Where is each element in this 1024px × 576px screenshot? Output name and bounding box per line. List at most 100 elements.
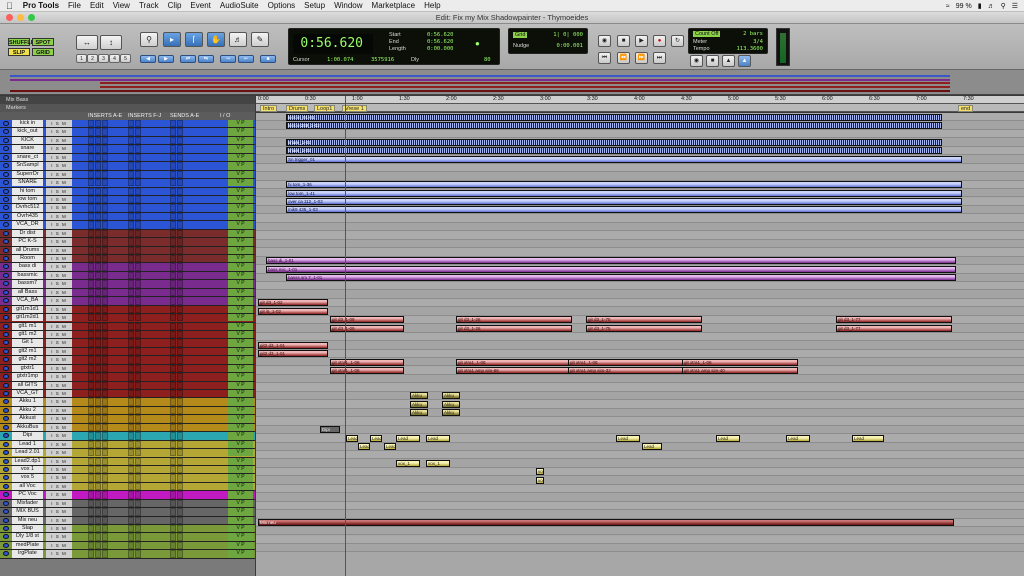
tempo-ruler-icon[interactable]: ▲ bbox=[738, 55, 751, 67]
trim-tool-icon[interactable]: ▸ bbox=[163, 32, 181, 47]
menu-file[interactable]: File bbox=[68, 1, 81, 10]
insert-slot[interactable] bbox=[170, 145, 176, 153]
dly-label[interactable]: Dly bbox=[411, 57, 419, 63]
insert-slot[interactable] bbox=[177, 381, 183, 389]
io-selector[interactable]: V P bbox=[228, 204, 253, 212]
insert-slot[interactable] bbox=[170, 533, 176, 541]
zoom-preset-3[interactable]: 3 bbox=[98, 54, 109, 63]
insert-slot[interactable] bbox=[95, 288, 101, 297]
audio-clip[interactable]: git d3_1-75 bbox=[586, 324, 702, 332]
record-enable-icon[interactable] bbox=[3, 188, 9, 194]
audio-clip[interactable]: Akku bbox=[410, 392, 428, 400]
track-name[interactable]: lrgPlate bbox=[12, 550, 43, 558]
track-buttons[interactable]: I S M bbox=[46, 415, 72, 423]
insert-slot[interactable] bbox=[102, 398, 108, 406]
track-name[interactable]: medPlate bbox=[12, 541, 43, 550]
insert-slot[interactable] bbox=[128, 508, 134, 516]
audio-clip[interactable]: git i5_1-02 bbox=[258, 307, 328, 315]
track-row[interactable]: Mix neu I S M V P bbox=[0, 516, 255, 525]
grid-label[interactable]: Grid bbox=[513, 32, 528, 38]
insert-slot[interactable] bbox=[88, 305, 94, 314]
record-enable-icon[interactable] bbox=[3, 340, 9, 346]
track-row[interactable]: gtxtr1 I S M V P bbox=[0, 364, 255, 374]
track-row[interactable]: Lead 2.01 I S M V P bbox=[0, 449, 255, 458]
track-name[interactable]: glt2 m2 bbox=[12, 356, 43, 364]
track-lane[interactable] bbox=[256, 510, 1024, 519]
zoom-horizontal-icon[interactable]: ↔ bbox=[76, 35, 98, 50]
insert-slot[interactable] bbox=[128, 398, 134, 406]
track-row[interactable]: Room I S M V P bbox=[0, 255, 255, 264]
track-name[interactable]: Ovrh435 bbox=[12, 212, 43, 221]
insert-slot[interactable] bbox=[170, 440, 176, 449]
insert-slot[interactable] bbox=[177, 533, 183, 541]
io-selector[interactable]: V P bbox=[228, 195, 253, 204]
insert-slot[interactable] bbox=[135, 145, 141, 153]
track-buttons[interactable]: I S M bbox=[46, 170, 72, 179]
insert-slot[interactable] bbox=[88, 229, 94, 238]
insert-slot[interactable] bbox=[177, 120, 183, 128]
insert-slot[interactable] bbox=[177, 525, 183, 533]
insert-slot[interactable] bbox=[88, 162, 94, 170]
track-row[interactable]: low tom I S M V P bbox=[0, 195, 255, 205]
track-name[interactable]: all Bass bbox=[12, 288, 43, 297]
insert-slot[interactable] bbox=[170, 288, 176, 297]
track-buttons[interactable]: I S M bbox=[46, 221, 72, 229]
insert-slot[interactable] bbox=[170, 550, 176, 558]
audio-clip[interactable]: Mix neu bbox=[258, 519, 954, 527]
io-selector[interactable]: V P bbox=[228, 187, 253, 195]
io-selector[interactable]: V P bbox=[228, 390, 253, 398]
insert-slot[interactable] bbox=[135, 339, 141, 347]
insert-slot[interactable] bbox=[135, 288, 141, 297]
track-buttons[interactable]: I S M bbox=[46, 423, 72, 432]
track-row[interactable]: kick_out I S M V P bbox=[0, 128, 255, 137]
stop-icon[interactable]: ■ bbox=[617, 35, 630, 47]
insert-slot[interactable] bbox=[95, 499, 101, 508]
audio-clip[interactable]: Akku bbox=[442, 392, 460, 400]
insert-slot[interactable] bbox=[95, 491, 101, 499]
insert-slot[interactable] bbox=[88, 457, 94, 465]
io-selector[interactable]: V P bbox=[228, 153, 253, 162]
insert-slot[interactable] bbox=[128, 356, 134, 364]
track-row[interactable]: SNARE I S M V P bbox=[0, 179, 255, 188]
spot-mode-button[interactable]: SPOT bbox=[32, 38, 54, 46]
track-buttons[interactable]: I S M bbox=[46, 347, 72, 356]
insert-slot[interactable] bbox=[128, 212, 134, 221]
audio-clip[interactable]: Akku bbox=[442, 409, 460, 417]
insert-slot[interactable] bbox=[88, 263, 94, 271]
insert-slot[interactable] bbox=[170, 449, 176, 457]
track-row[interactable]: Git 1I S M V P bbox=[0, 339, 255, 348]
insert-slot[interactable] bbox=[177, 255, 183, 263]
insert-slot[interactable] bbox=[177, 449, 183, 457]
insert-slot[interactable] bbox=[128, 423, 134, 432]
insert-slot[interactable] bbox=[88, 449, 94, 457]
io-selector[interactable]: V P bbox=[228, 280, 253, 288]
track-row[interactable]: Dr dist I S M V P bbox=[0, 229, 255, 239]
wifi-icon[interactable]: ≈ bbox=[946, 3, 950, 10]
insert-slot[interactable] bbox=[95, 339, 101, 347]
insert-slot[interactable] bbox=[88, 550, 94, 558]
insert-slot[interactable] bbox=[135, 440, 141, 449]
io-selector[interactable]: V P bbox=[228, 516, 253, 524]
audio-clip[interactable]: vox_1 bbox=[426, 459, 450, 467]
audio-clip[interactable]: Lead bbox=[786, 434, 810, 442]
io-selector[interactable]: V P bbox=[228, 297, 253, 305]
insert-slot[interactable] bbox=[135, 128, 141, 136]
insert-slot[interactable] bbox=[135, 120, 141, 128]
insert-slot[interactable] bbox=[128, 263, 134, 271]
insert-slot[interactable] bbox=[128, 406, 134, 415]
insert-slot[interactable] bbox=[135, 516, 141, 524]
insert-slot[interactable] bbox=[88, 339, 94, 347]
insert-slot[interactable] bbox=[102, 187, 108, 195]
insert-slot[interactable] bbox=[128, 364, 134, 373]
insert-slot[interactable] bbox=[102, 136, 108, 145]
insert-slot[interactable] bbox=[135, 398, 141, 406]
insert-slot[interactable] bbox=[170, 271, 176, 280]
record-enable-icon[interactable] bbox=[3, 433, 9, 439]
insert-slot[interactable] bbox=[95, 356, 101, 364]
edit-option-5-icon[interactable]: ⇒ bbox=[220, 55, 236, 63]
record-enable-icon[interactable] bbox=[3, 180, 9, 186]
insert-slot[interactable] bbox=[88, 221, 94, 229]
track-buttons[interactable]: I S M bbox=[46, 271, 72, 280]
insert-slot[interactable] bbox=[88, 330, 94, 339]
battery-text[interactable]: 99 % bbox=[956, 3, 972, 10]
